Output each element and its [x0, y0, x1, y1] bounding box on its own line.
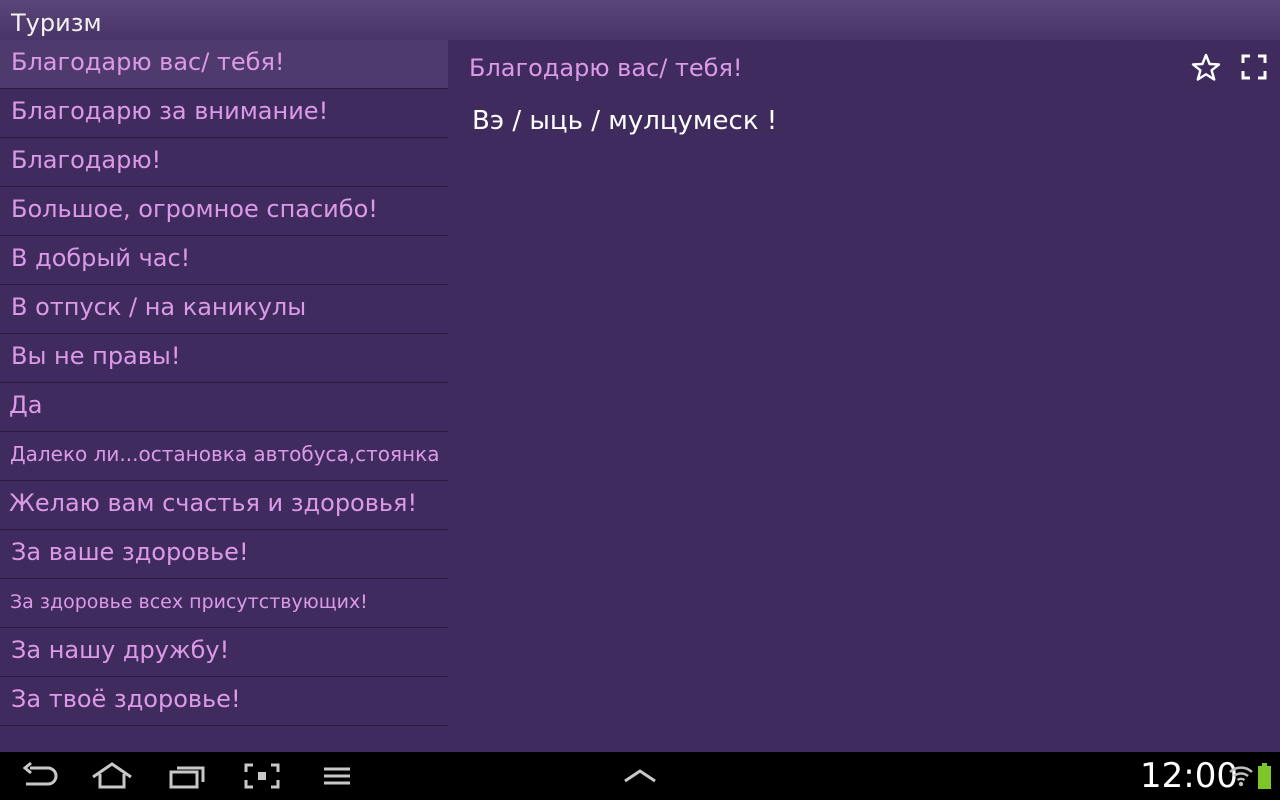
back-icon — [22, 761, 58, 786]
list-item-label: Желаю вам счастья и здоровья! — [9, 489, 418, 517]
list-item-label: В отпуск / на каникулы — [11, 293, 307, 321]
list-item[interactable]: За здоровье всех присутствующих! — [0, 579, 448, 628]
translation-text: Вэ / ыць / мулцумеск ! — [472, 106, 778, 136]
home-button[interactable] — [84, 752, 140, 800]
system-navigation-bar — [0, 752, 1280, 800]
favorite-button[interactable] — [1190, 52, 1222, 84]
list-item-label: Далеко ли...остановка автобуса,стоянка — [10, 442, 440, 466]
list-item-label: Благодарю! — [11, 146, 162, 174]
menu-button[interactable] — [310, 752, 366, 800]
home-icon — [92, 762, 132, 789]
expand-button[interactable] — [612, 752, 668, 800]
list-item[interactable]: Да — [0, 383, 448, 432]
list-item-label: В добрый час! — [11, 244, 191, 272]
list-item[interactable]: За нашу дружбу! — [0, 628, 448, 677]
detail-title: Благодарю вас/ тебя! — [469, 54, 743, 82]
list-item[interactable]: Благодарю вас/ тебя! — [0, 40, 448, 89]
phrase-list[interactable]: Благодарю вас/ тебя! Благодарю за вниман… — [0, 40, 448, 752]
list-item[interactable]: Желаю вам счастья и здоровья! — [0, 481, 448, 530]
list-item-label: Да — [9, 391, 43, 419]
star-icon — [1191, 53, 1221, 81]
list-item-label: Большое, огромное спасибо! — [11, 195, 378, 223]
fullscreen-icon — [1241, 54, 1267, 80]
list-item[interactable]: Вы не правы! — [0, 334, 448, 383]
list-item-label: За ваше здоровье! — [11, 538, 249, 566]
recent-apps-button[interactable] — [160, 752, 216, 800]
screenshot-icon — [244, 763, 280, 789]
list-item-label: За нашу дружбу! — [11, 636, 230, 664]
fullscreen-button[interactable] — [1240, 53, 1268, 81]
list-item-label: Вы не правы! — [11, 342, 181, 370]
wifi-icon — [1229, 766, 1253, 787]
menu-icon — [324, 767, 350, 785]
list-item-label: За твоё здоровье! — [11, 685, 241, 713]
battery-icon — [1258, 763, 1271, 789]
list-item[interactable]: Далеко ли...остановка автобуса,стоянка — [0, 432, 448, 481]
list-item[interactable]: Благодарю! — [0, 138, 448, 187]
list-item[interactable]: В отпуск / на каникулы — [0, 285, 448, 334]
list-item[interactable]: За ваше здоровье! — [0, 530, 448, 579]
screenshot-button[interactable] — [234, 752, 290, 800]
status-clock: 12:00 — [1140, 756, 1238, 796]
up-chevron-icon — [624, 769, 656, 783]
list-item[interactable]: В добрый час! — [0, 236, 448, 285]
back-button[interactable] — [12, 752, 68, 800]
app-title: Туризм — [11, 9, 102, 37]
list-item-label: Благодарю вас/ тебя! — [11, 48, 285, 76]
list-item[interactable]: Благодарю за внимание! — [0, 89, 448, 138]
list-item[interactable]: Большое, огромное спасибо! — [0, 187, 448, 236]
recent-apps-icon — [169, 766, 205, 789]
list-item[interactable]: За твоё здоровье! — [0, 677, 448, 726]
list-item-label: Благодарю за внимание! — [11, 97, 329, 125]
list-item-label: За здоровье всех присутствующих! — [10, 591, 368, 613]
action-bar: Туризм — [0, 0, 1280, 40]
